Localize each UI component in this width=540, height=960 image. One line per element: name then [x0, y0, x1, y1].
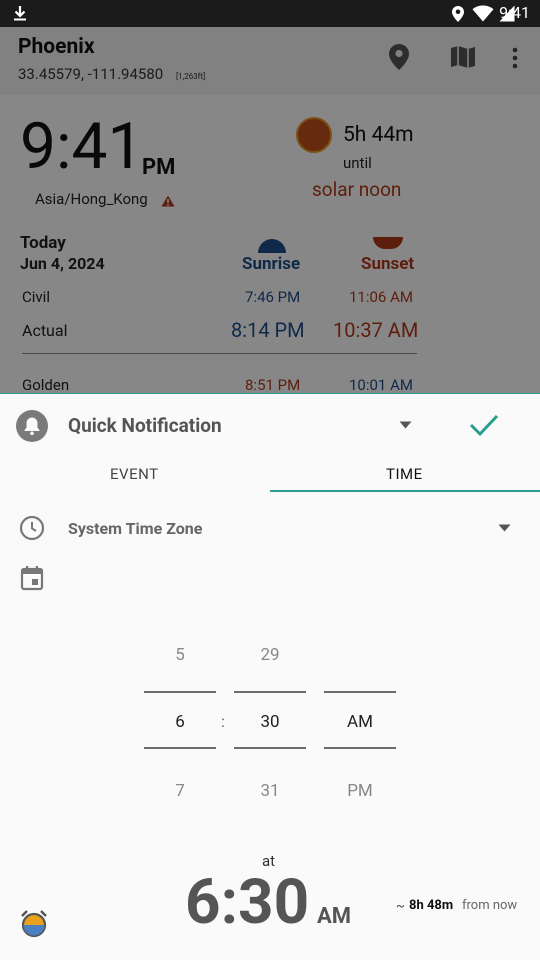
ampm-next[interactable]: PM: [324, 783, 396, 800]
from-now-label: from now: [462, 898, 518, 913]
divider: [234, 691, 306, 693]
status-bar: 9:41: [0, 0, 540, 27]
confirm-check-icon[interactable]: [469, 413, 499, 437]
tab-event[interactable]: EVENT: [0, 457, 270, 493]
clock-icon: [19, 515, 45, 541]
hour-next[interactable]: 7: [144, 783, 216, 800]
location-pin-icon: [452, 6, 464, 22]
quick-notification-sheet: Quick Notification EVENT TIME System Tim…: [0, 393, 540, 960]
scrim-overlay[interactable]: [0, 27, 540, 393]
tab-label: EVENT: [110, 465, 159, 483]
sheet-title: Quick Notification: [68, 414, 222, 437]
timezone-selector[interactable]: System Time Zone: [68, 521, 202, 537]
bell-icon: [16, 410, 48, 442]
hour-prev[interactable]: 5: [144, 647, 216, 664]
status-time: 9:41: [499, 3, 530, 22]
divider: [144, 747, 216, 749]
divider: [144, 691, 216, 693]
time-separator: :: [221, 712, 225, 731]
tab-label: TIME: [386, 465, 423, 483]
minute-current[interactable]: 30: [234, 714, 306, 731]
download-icon: [14, 6, 26, 21]
tab-indicator: [270, 490, 540, 492]
alarm-icon[interactable]: [19, 908, 49, 938]
summary-time: 6:30: [185, 866, 310, 939]
chevron-down-icon[interactable]: [498, 524, 511, 532]
divider: [234, 747, 306, 749]
divider: [324, 691, 396, 693]
chevron-down-icon[interactable]: [399, 421, 412, 429]
duration-value: 8h 48m: [409, 898, 454, 913]
wifi-icon: [472, 5, 494, 22]
calendar-icon[interactable]: [20, 565, 44, 591]
minute-prev[interactable]: 29: [234, 647, 306, 664]
tab-time[interactable]: TIME: [270, 457, 540, 493]
ampm-current[interactable]: AM: [324, 714, 396, 731]
divider: [324, 747, 396, 749]
approx-symbol: ~: [396, 899, 405, 914]
minute-next[interactable]: 31: [234, 783, 306, 800]
summary-ampm: AM: [317, 904, 352, 929]
hour-current[interactable]: 6: [144, 714, 216, 731]
